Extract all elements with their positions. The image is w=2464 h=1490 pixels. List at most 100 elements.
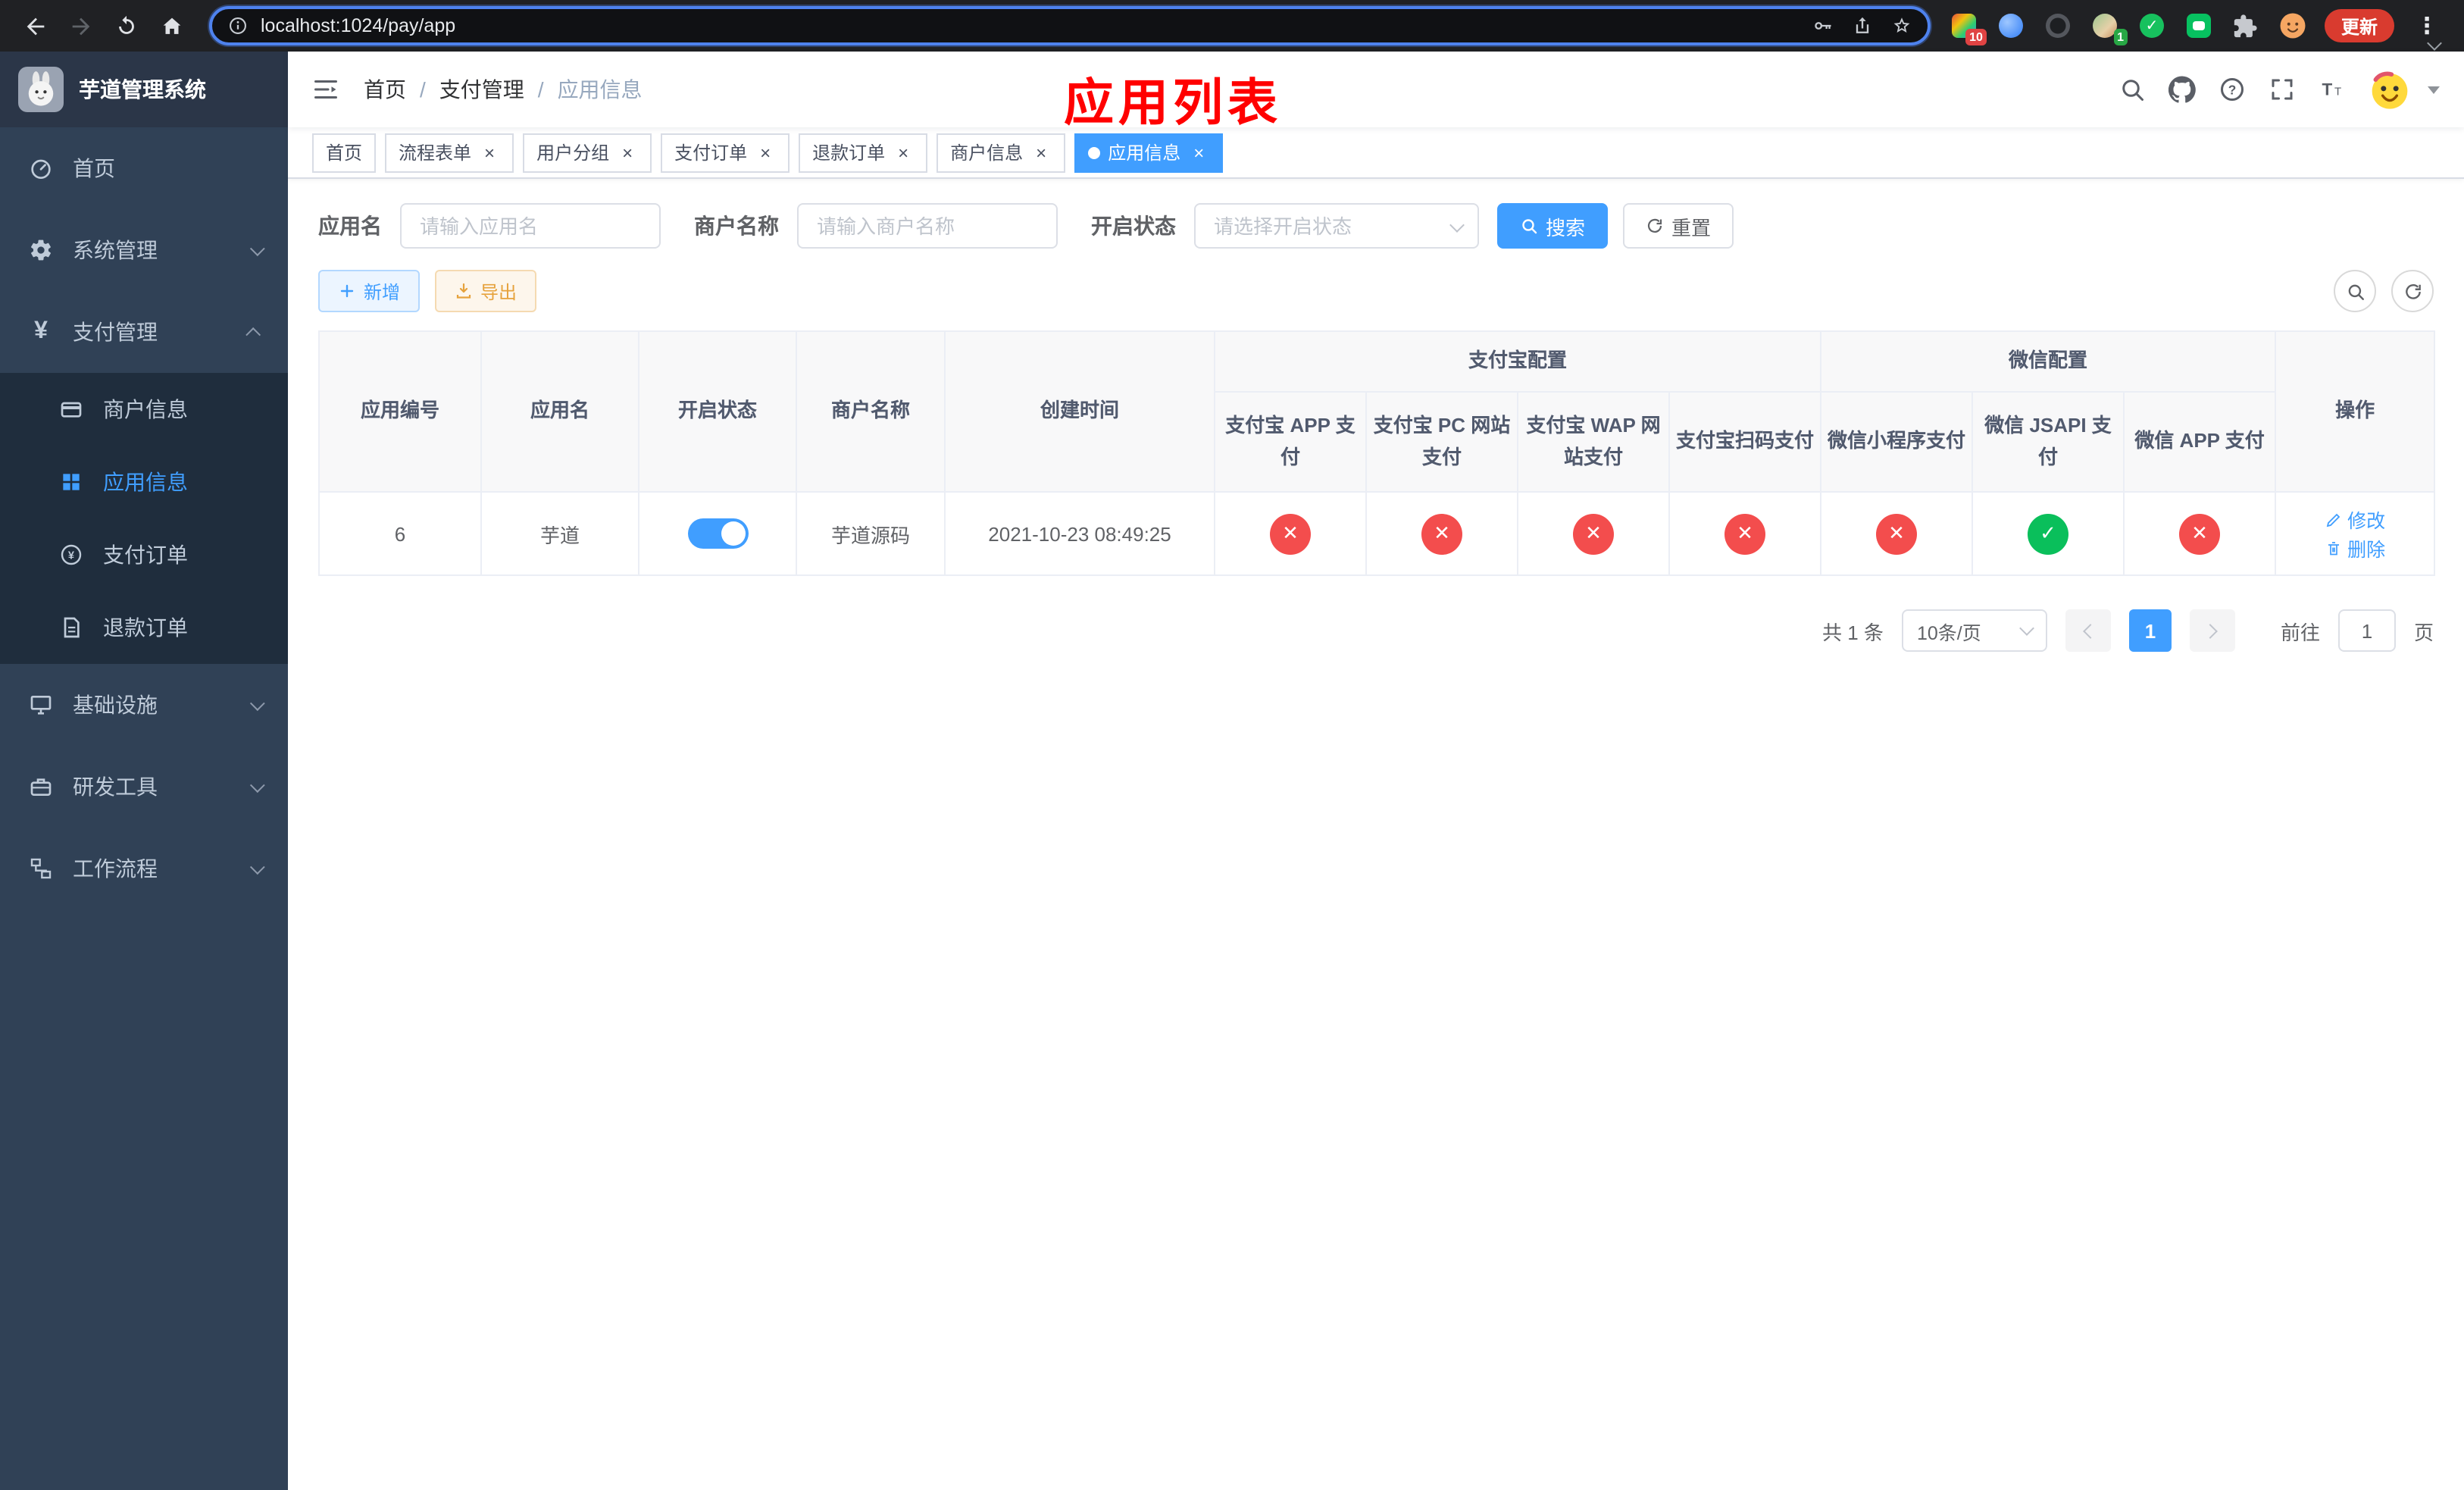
breadcrumb-pay[interactable]: 支付管理	[439, 74, 524, 105]
svg-text:?: ?	[2228, 82, 2237, 97]
sidebar-item-pay[interactable]: ¥ 支付管理	[0, 291, 288, 373]
merchant-name-input[interactable]	[797, 203, 1058, 249]
edit-link[interactable]: 修改	[2325, 505, 2385, 534]
toggle-search-button[interactable]	[2334, 270, 2376, 312]
status-indicator	[1724, 513, 1765, 554]
status-select[interactable]	[1194, 203, 1479, 249]
tab-refund-order[interactable]: 退款订单 ×	[799, 133, 928, 172]
sidebar-item-infrastructure[interactable]: 基础设施	[0, 664, 288, 746]
extension-icon-green-check[interactable]: ✓	[2137, 11, 2167, 41]
toolbox-icon	[27, 775, 55, 799]
browser-back-button[interactable]	[15, 6, 55, 45]
extension-icon-wechat-devtools[interactable]	[2184, 11, 2214, 41]
browser-home-button[interactable]	[152, 6, 191, 45]
cell-app-name: 芋道	[480, 491, 639, 576]
browser-toolbar: localhost:1024/pay/app 10 1 ✓ 更新 ⋮	[0, 0, 2464, 52]
status-label: 开启状态	[1091, 214, 1176, 238]
add-button[interactable]: 新增	[318, 270, 421, 312]
fullscreen-icon[interactable]	[2269, 76, 2296, 103]
chevron-down-icon[interactable]	[2428, 86, 2440, 93]
pagination: 共 1 条 10条/页 1 前往 页	[318, 609, 2434, 652]
tab-label: 流程表单	[399, 142, 472, 164]
close-icon[interactable]: ×	[617, 142, 638, 163]
column-header-status: 开启状态	[638, 330, 797, 493]
app-logo[interactable]: 芋道管理系统	[0, 52, 288, 127]
browser-update-button[interactable]: 更新	[2324, 9, 2394, 42]
browser-refresh-button[interactable]	[106, 6, 145, 45]
share-icon[interactable]	[1852, 15, 1873, 36]
tab-home[interactable]: 首页	[312, 133, 377, 172]
screen: localhost:1024/pay/app 10 1 ✓ 更新 ⋮ 芋道管理系…	[0, 0, 2464, 1490]
close-icon[interactable]: ×	[1188, 142, 1209, 163]
tab-app-info[interactable]: 应用信息 ×	[1074, 133, 1224, 172]
app-table: 应用编号 应用名 开启状态 商户名称 创建时间 支付宝配置 微信配置 操作 支付…	[318, 330, 2436, 576]
sidebar-item-home[interactable]: 首页	[0, 127, 288, 209]
chevron-down-icon	[249, 859, 265, 875]
goto-page-input[interactable]	[2337, 609, 2396, 652]
svg-text:¥: ¥	[68, 550, 75, 562]
browser-forward-button[interactable]	[61, 6, 100, 45]
browser-address-bar[interactable]: localhost:1024/pay/app	[209, 6, 1931, 45]
close-icon[interactable]: ×	[893, 142, 914, 163]
extension-icon-avatar[interactable]: 1	[2090, 11, 2128, 45]
cell-alipay-pc	[1365, 491, 1518, 576]
column-header-alipay-qr: 支付宝扫码支付	[1668, 391, 1822, 493]
github-icon[interactable]	[2169, 76, 2196, 103]
extensions-puzzle-icon[interactable]	[2231, 11, 2261, 41]
gear-icon	[27, 238, 55, 262]
cell-merchant-name: 芋道源码	[796, 491, 946, 576]
page-number-current[interactable]: 1	[2128, 609, 2172, 652]
close-icon[interactable]: ×	[1030, 142, 1052, 163]
tab-pay-order[interactable]: 支付订单 ×	[661, 133, 790, 172]
extension-icon-colorful[interactable]: 10	[1949, 11, 1987, 45]
breadcrumb-current: 应用信息	[557, 77, 643, 102]
table-row: 6 芋道 芋道源码 2021-10-23 08:49:25 ✕ ✕ ✕ ✕ ✕ …	[318, 491, 2436, 576]
sidebar-item-refund-order[interactable]: 退款订单	[0, 591, 288, 664]
sidebar-item-label: 应用信息	[103, 470, 188, 494]
status-select-input[interactable]	[1194, 203, 1479, 249]
sidebar-item-merchant-info[interactable]: 商户信息	[0, 373, 288, 446]
refresh-table-button[interactable]	[2391, 270, 2434, 312]
breadcrumb-home[interactable]: 首页	[364, 74, 406, 105]
next-page-button[interactable]	[2189, 609, 2235, 652]
extension-icon-blue[interactable]	[1996, 11, 2026, 41]
delete-link[interactable]: 删除	[2325, 534, 2385, 562]
prev-page-button[interactable]	[2065, 609, 2111, 652]
site-info-icon[interactable]	[227, 15, 249, 36]
reset-button[interactable]: 重置	[1623, 203, 1734, 249]
search-icon[interactable]	[2118, 76, 2146, 103]
sidebar-item-workflow[interactable]: 工作流程	[0, 828, 288, 909]
search-button[interactable]: 搜索	[1497, 203, 1609, 249]
tab-user-group[interactable]: 用户分组 ×	[523, 133, 652, 172]
password-key-icon[interactable]	[1812, 15, 1834, 36]
font-size-icon[interactable]: TT	[2319, 76, 2346, 103]
app-name-input[interactable]	[400, 203, 661, 249]
extension-icon-dark[interactable]	[2043, 11, 2073, 41]
user-avatar[interactable]	[2369, 68, 2411, 111]
filter-form: 应用名 商户名称 开启状态 搜索 重置	[318, 203, 2434, 249]
sidebar-menu: 首页 系统管理 ¥ 支付管理 商户信息 应用信息 ¥ 支付订单 退款订单 基础设…	[0, 127, 288, 1490]
browser-extensions-area: 10 1 ✓ 更新 ⋮	[1949, 9, 2449, 45]
sidebar-item-app-info[interactable]: 应用信息	[0, 446, 288, 518]
column-header-merchant: 商户名称	[796, 330, 946, 493]
workflow-icon	[27, 856, 55, 881]
help-icon[interactable]: ?	[2219, 76, 2246, 103]
close-icon[interactable]: ×	[755, 142, 776, 163]
close-icon[interactable]: ×	[479, 142, 500, 163]
browser-profile-avatar[interactable]	[2278, 11, 2308, 41]
goto-label: 前往	[2280, 621, 2320, 643]
yen-icon: ¥	[34, 318, 48, 344]
sidebar-item-pay-order[interactable]: ¥ 支付订单	[0, 518, 288, 591]
bookmark-star-icon[interactable]	[1891, 15, 1912, 36]
sidebar-item-dev-tools[interactable]: 研发工具	[0, 746, 288, 828]
page-size-select[interactable]: 10条/页	[1901, 609, 2047, 652]
sidebar-toggle-icon[interactable]	[312, 76, 339, 103]
app-root: 芋道管理系统 首页 系统管理 ¥ 支付管理 商户信息 应用信息 ¥ 支付订单 退…	[0, 52, 2464, 1490]
sidebar-item-system[interactable]: 系统管理	[0, 209, 288, 291]
status-toggle[interactable]	[687, 518, 748, 549]
tab-merchant-info[interactable]: 商户信息 ×	[937, 133, 1066, 172]
tab-process-form[interactable]: 流程表单 ×	[385, 133, 514, 172]
export-button[interactable]: 导出	[435, 270, 537, 312]
svg-text:T: T	[2322, 80, 2333, 99]
browser-menu-icon[interactable]: ⋮	[2411, 12, 2443, 39]
